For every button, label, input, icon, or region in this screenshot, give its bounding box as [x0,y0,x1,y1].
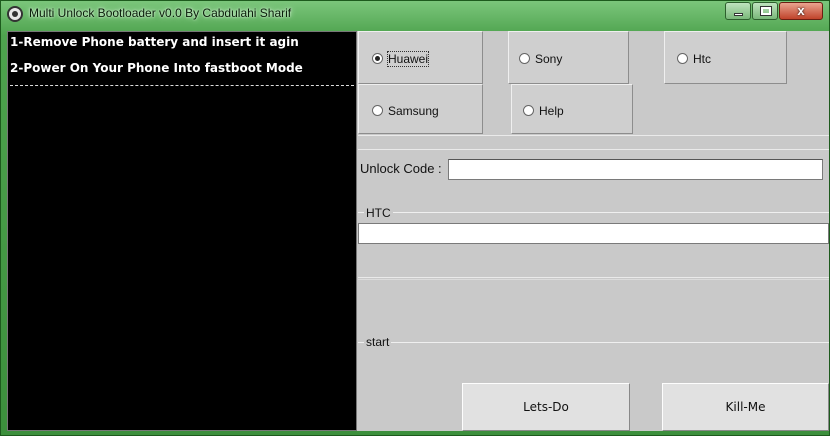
lets-do-button[interactable]: Lets-Do [462,383,630,431]
window-title: Multi Unlock Bootloader v0.0 By Cabdulah… [29,6,292,20]
radio-sony-label: Sony [535,52,563,66]
console-separator [10,85,354,86]
unlock-code-input[interactable] [448,159,823,180]
radio-htc-dot[interactable] [677,53,688,64]
app-gear-icon[interactable] [7,6,23,22]
radio-samsung-dot[interactable] [372,105,383,116]
radio-huawei-label: Huawei [386,51,430,67]
radio-samsung[interactable]: Samsung [358,84,483,134]
console-line-1: 1-Remove Phone battery and insert it agi… [10,35,299,49]
control-panel: Huawei Sony Htc Samsung Help Unlock Code… [358,31,829,431]
radio-htc[interactable]: Htc [664,31,787,84]
log-console[interactable]: 1-Remove Phone battery and insert it agi… [7,31,357,431]
maximize-icon [760,6,772,16]
htc-input[interactable] [358,223,829,244]
caption-buttons: x [724,2,823,20]
start-group-frame [358,342,829,343]
maximize-button[interactable] [752,2,778,20]
close-icon: x [797,3,805,18]
divider [358,135,829,136]
radio-sony[interactable]: Sony [508,31,629,84]
htc-group-label: HTC [364,206,393,220]
radio-htc-label: Htc [693,52,711,66]
htc-group-frame [358,212,829,213]
radio-huawei-dot[interactable] [372,53,383,64]
radio-huawei[interactable]: Huawei [358,31,483,84]
start-group-label: start [364,335,392,349]
kill-me-button[interactable]: Kill-Me [662,383,829,431]
divider [358,149,829,150]
divider [358,279,829,280]
radio-help[interactable]: Help [511,84,633,134]
close-button[interactable]: x [779,2,823,20]
console-line-2: 2-Power On Your Phone Into fastboot Mode [10,61,303,75]
radio-sony-dot[interactable] [519,53,530,64]
minimize-button[interactable] [725,2,751,20]
radio-help-dot[interactable] [523,105,534,116]
client-area: 1-Remove Phone battery and insert it agi… [7,31,829,431]
unlock-code-label: Unlock Code : [360,161,442,176]
minimize-icon [734,13,743,16]
divider [358,277,829,278]
app-window: Multi Unlock Bootloader v0.0 By Cabdulah… [0,0,830,436]
radio-samsung-label: Samsung [388,104,439,118]
title-bar[interactable]: Multi Unlock Bootloader v0.0 By Cabdulah… [1,1,829,27]
radio-help-label: Help [539,104,564,118]
